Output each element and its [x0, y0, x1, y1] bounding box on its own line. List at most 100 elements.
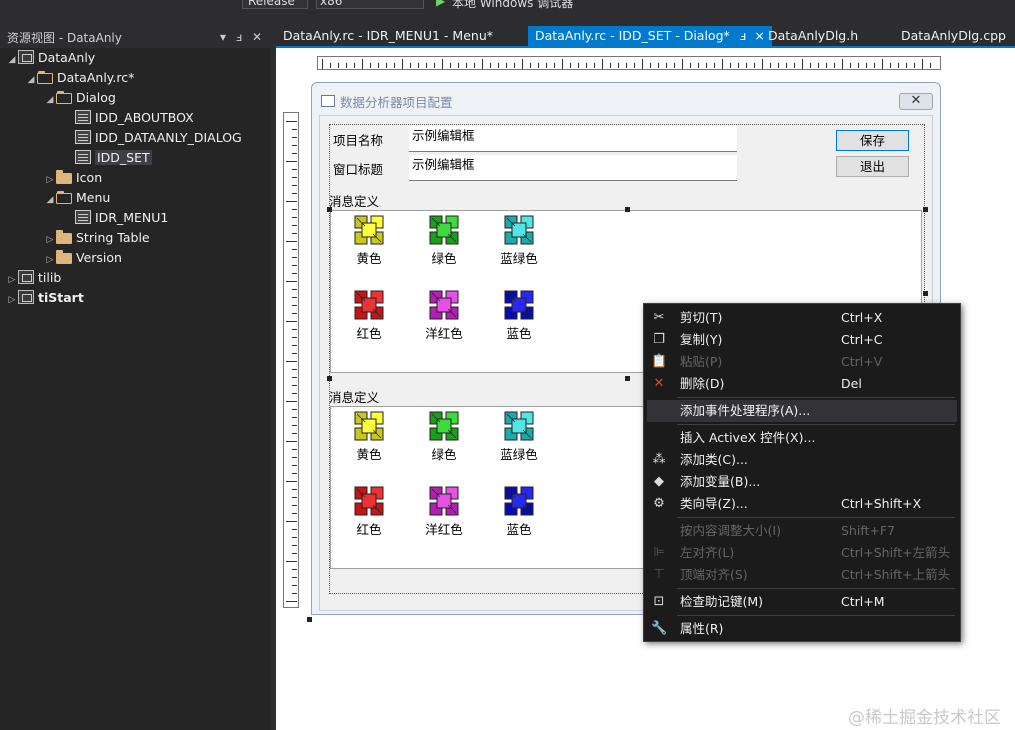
ruler-tick [292, 497, 297, 498]
menu-item[interactable]: ❐ 复制(Y) Ctrl+C [647, 329, 957, 351]
expander-icon[interactable]: ◢ [44, 90, 56, 110]
ruler-tick [794, 63, 795, 68]
tab-label: DataAnlyDlg.h [768, 28, 859, 43]
ruler-tick [914, 63, 915, 68]
menu-item-label: 删除(D) [680, 376, 725, 391]
ruler-tick [474, 63, 475, 68]
ruler-tick [292, 537, 297, 538]
expander-icon[interactable]: ▷ [44, 230, 56, 250]
ruler-tick [650, 63, 651, 68]
run-icon[interactable]: ▶ [436, 0, 445, 8]
resize-handle[interactable] [923, 207, 928, 212]
expander-icon[interactable]: ▷ [44, 250, 56, 270]
ruler-tick [714, 63, 715, 68]
pane-dropdown-icon[interactable]: ▾ [216, 29, 230, 45]
tree-item[interactable]: ▷ tilib [6, 268, 61, 288]
menu-separator [677, 397, 955, 398]
document-tab[interactable]: DataAnlyDlg.h [761, 26, 865, 48]
tree-item[interactable]: ◢ DataAnly.rc* [25, 68, 135, 90]
ruler-tick [762, 59, 763, 69]
run-debugger-button[interactable]: 本地 Windows 调试器 [452, 0, 573, 10]
tree-item[interactable]: ◢ Dialog [44, 88, 116, 108]
menu-item[interactable]: ⊡ 检查助记键(M) Ctrl+M [647, 591, 957, 613]
ruler-tick [292, 433, 297, 434]
menu-item[interactable]: ⁂ 添加类(C)... [647, 449, 957, 471]
tree-item-label: DataAnly.rc* [57, 70, 135, 85]
tree-item[interactable]: IDR_MENU1 [63, 208, 168, 228]
ruler-tick [286, 601, 297, 602]
tree-item[interactable]: ◢ DataAnly [6, 48, 95, 68]
document-tab[interactable]: DataAnly.rc - IDD_SET - Dialog* ⅎ × [528, 26, 772, 48]
ruler-tick [466, 63, 467, 68]
class-wizard-icon: ⚙ [653, 496, 665, 511]
tree-item[interactable]: IDD_DATAANLY_DIALOG [63, 128, 242, 148]
tree-item[interactable]: ▷ String Table [44, 228, 150, 248]
resize-handle[interactable] [327, 207, 332, 212]
resize-handle[interactable] [327, 376, 332, 381]
ruler-tick [842, 59, 843, 69]
document-tab[interactable]: DataAnlyDlg.cpp [894, 26, 1013, 48]
tree-item[interactable]: ▷ Version [44, 248, 122, 268]
tree-item-label: Dialog [76, 90, 116, 105]
expander-icon[interactable]: ◢ [6, 50, 18, 70]
menu-item[interactable]: ⚙ 类向导(Z)... Ctrl+Shift+X [647, 493, 957, 515]
ruler-tick [286, 361, 297, 362]
ruler-tick [286, 401, 297, 402]
ruler-tick [292, 273, 297, 274]
tree-item[interactable]: ▷ tiStart [6, 288, 84, 308]
tree-item[interactable]: ▷ Icon [44, 168, 102, 188]
configuration-value: Release [248, 0, 295, 8]
ruler-tick [286, 241, 297, 242]
ruler-tick [594, 63, 595, 68]
ruler-tick [874, 63, 875, 68]
folder-icon [56, 170, 72, 184]
tab-pin-icon[interactable]: ⅎ [740, 28, 747, 43]
menu-item[interactable]: 插入 ActiveX 控件(X)... [647, 427, 957, 449]
resize-handle[interactable] [625, 207, 630, 212]
ruler-tick [930, 63, 931, 68]
folder-icon [37, 71, 53, 84]
tab-label: DataAnly.rc - IDD_SET - Dialog* [535, 28, 730, 43]
ruler-tick [370, 63, 371, 68]
menu-item-shortcut: Ctrl+C [841, 332, 883, 347]
tree-item[interactable]: IDD_SET [63, 148, 152, 168]
menu-item-label: 粘贴(P) [680, 354, 723, 369]
ruler-tick [322, 59, 323, 69]
tree-item[interactable]: IDD_ABOUTBOX [63, 108, 194, 128]
document-tab[interactable]: DataAnly.rc - IDR_MENU1 - Menu* [276, 26, 500, 48]
pin-icon[interactable]: ⅎ [232, 29, 246, 45]
menu-item[interactable]: 添加事件处理程序(A)... [647, 400, 957, 422]
menu-item-shortcut: Del [841, 376, 862, 391]
menu-item[interactable]: 🔧 属性(R) [647, 618, 957, 640]
ruler-tick [610, 63, 611, 68]
menu-item-label: 按内容调整大小(I) [680, 523, 781, 538]
ruler-tick [292, 145, 297, 146]
ruler-tick [292, 209, 297, 210]
horizontal-ruler[interactable] [317, 56, 941, 70]
resource-icon [75, 150, 91, 164]
menu-item[interactable]: ✕ 删除(D) Del [647, 373, 957, 395]
ruler-tick [826, 63, 827, 68]
ruler-tick [906, 63, 907, 68]
expander-icon[interactable]: ◢ [25, 70, 37, 90]
tree-item-label: String Table [76, 230, 150, 245]
expander-icon[interactable]: ▷ [6, 290, 18, 310]
expander-icon[interactable]: ◢ [44, 190, 56, 210]
ruler-tick [292, 377, 297, 378]
menu-item[interactable]: ✂ 剪切(T) Ctrl+X [647, 307, 957, 329]
vertical-ruler[interactable] [283, 112, 299, 608]
tree-item[interactable]: ◢ Menu [44, 188, 111, 210]
expander-icon[interactable]: ▷ [6, 270, 18, 290]
dialog-close-button[interactable]: ✕ [899, 93, 933, 110]
resize-handle[interactable] [307, 617, 312, 622]
ruler-tick [292, 353, 297, 354]
resize-handle[interactable] [625, 376, 630, 381]
project-icon [18, 50, 34, 64]
ruler-tick [730, 63, 731, 68]
expander-icon[interactable]: ▷ [44, 170, 56, 190]
ruler-tick [498, 63, 499, 68]
close-pane-icon[interactable]: ✕ [250, 29, 264, 45]
resize-handle[interactable] [923, 291, 928, 296]
menu-item: 📋 粘贴(P) Ctrl+V [647, 351, 957, 373]
menu-item[interactable]: ◆ 添加变量(B)... [647, 471, 957, 493]
